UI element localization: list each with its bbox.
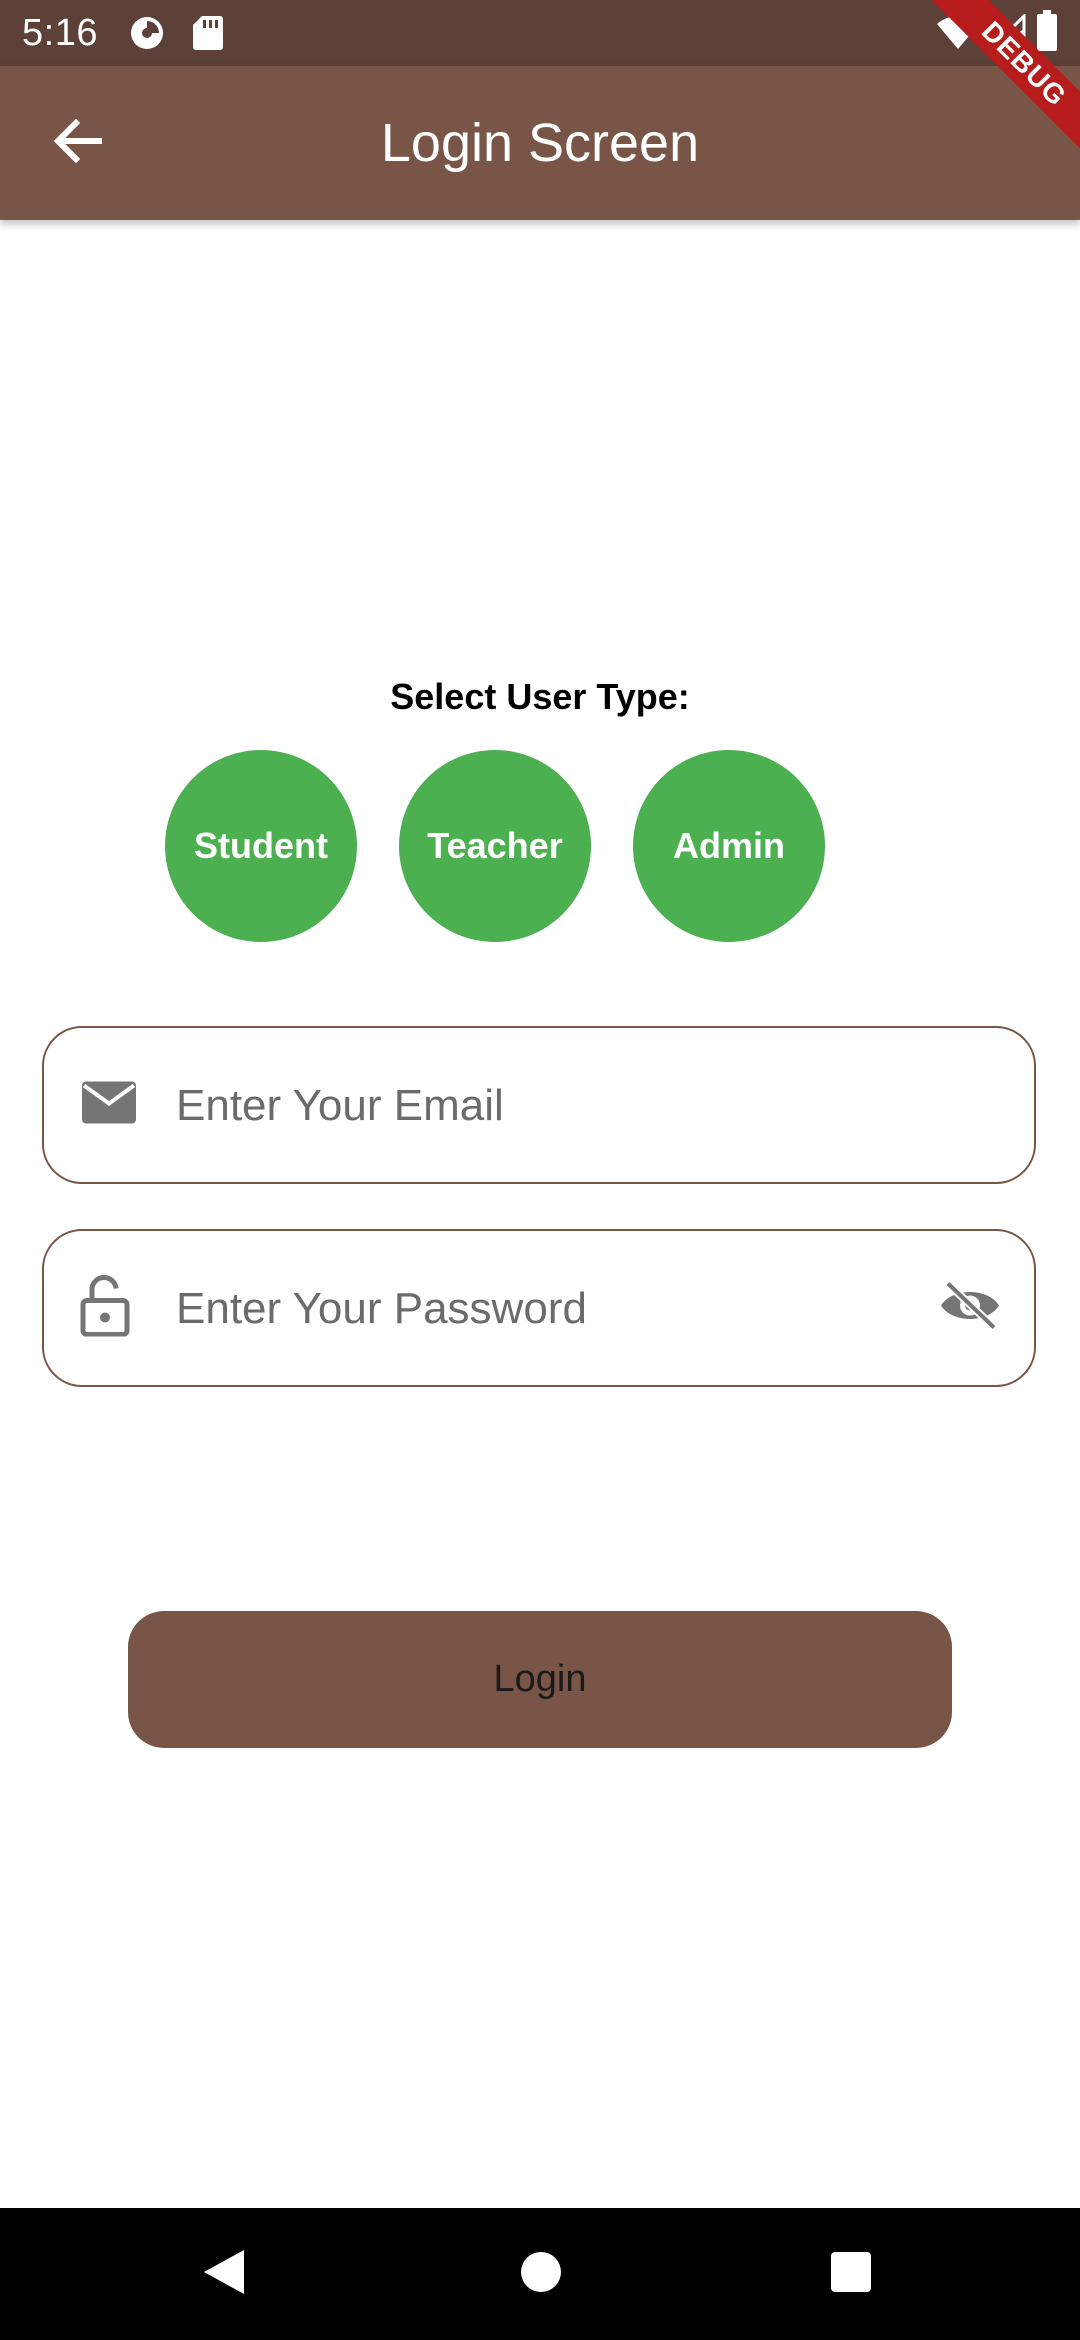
select-user-type-label: Select User Type: bbox=[390, 676, 690, 717]
signal-icon bbox=[988, 12, 1026, 55]
lock-icon bbox=[80, 1275, 130, 1342]
data-saver-icon bbox=[128, 14, 166, 57]
login-button[interactable]: Login bbox=[128, 1611, 952, 1748]
mail-icon bbox=[80, 1080, 138, 1131]
email-input[interactable] bbox=[174, 1028, 938, 1184]
student-button[interactable]: Student bbox=[165, 750, 357, 942]
nav-back-icon[interactable] bbox=[202, 2248, 246, 2301]
sd-card-icon bbox=[192, 14, 224, 57]
status-time: 5:16 bbox=[22, 12, 98, 54]
nav-recents-icon[interactable] bbox=[830, 2248, 872, 2301]
teacher-button[interactable]: Teacher bbox=[399, 750, 591, 942]
email-field[interactable] bbox=[42, 1026, 1036, 1184]
nav-home-icon[interactable] bbox=[520, 2248, 562, 2301]
wifi-icon bbox=[936, 16, 980, 55]
password-input[interactable] bbox=[174, 1231, 938, 1387]
arrow-back-icon bbox=[52, 118, 103, 168]
admin-button[interactable]: Admin bbox=[633, 750, 825, 942]
visibility-off-icon[interactable] bbox=[938, 1280, 1002, 1337]
status-bar: 5:16 bbox=[0, 0, 1080, 66]
app-bar: Login Screen bbox=[0, 66, 1080, 220]
password-field[interactable] bbox=[42, 1229, 1036, 1387]
page-title: Login Screen bbox=[380, 113, 700, 173]
back-button[interactable] bbox=[38, 112, 116, 174]
navigation-bar bbox=[0, 2208, 1080, 2340]
battery-icon bbox=[1036, 10, 1058, 57]
